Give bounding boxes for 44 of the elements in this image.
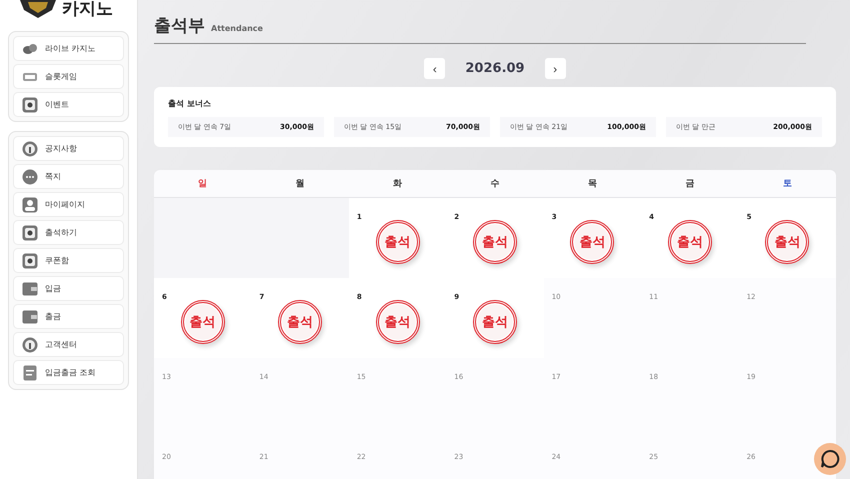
attendance-stamp: 출석	[180, 300, 225, 344]
attendance-stamp: 출석	[472, 220, 517, 264]
attendance-stamp: 출석	[570, 220, 614, 264]
previous-month-button[interactable]: ‹	[424, 58, 446, 79]
sidebar-item[interactable]: 슬롯게임	[13, 64, 124, 89]
page-subtitle: Attendance	[211, 24, 263, 33]
sidebar-item[interactable]: 출금	[13, 304, 124, 329]
chat-bubble-icon	[22, 168, 38, 184]
shield-emblem-icon	[18, 0, 58, 18]
chat-bubble-icon	[820, 449, 840, 469]
weekday-label: 월	[296, 178, 305, 190]
sidebar-item[interactable]: 출석하기	[13, 220, 124, 245]
weekday-label: 토	[782, 178, 792, 190]
weekday-label: 금	[685, 178, 694, 190]
attendance-stamp: 출석	[376, 300, 420, 344]
attendance-stamp: 출석	[278, 300, 322, 344]
sidebar-item[interactable]: 쪽지	[13, 164, 124, 189]
sidebar-item[interactable]: 이벤트	[13, 92, 124, 117]
sidebar-item[interactable]: 라이브 카지노	[13, 36, 124, 61]
wallet-icon	[22, 308, 38, 324]
sidebar-item[interactable]: 마이페이지	[13, 192, 124, 217]
attendance-stamp: 출석	[668, 220, 712, 264]
wallet-icon	[22, 280, 38, 296]
weekday-label: 수	[490, 178, 500, 190]
page-title: 출석부	[154, 15, 205, 37]
attendance-stamp: 출석	[472, 300, 517, 344]
weekday-label: 일	[198, 178, 208, 190]
month-label: 2026.09	[465, 61, 525, 76]
document-icon	[22, 364, 38, 380]
sidebar-item[interactable]: 공지사항	[13, 136, 124, 161]
logo-text: 카지노	[62, 0, 113, 18]
next-month-button[interactable]: ›	[544, 58, 566, 79]
sidebar-item[interactable]: 입금	[13, 276, 124, 301]
person-icon	[22, 196, 38, 212]
weekday-label: 화	[393, 178, 402, 190]
attendance-stamp: 출석	[376, 220, 420, 264]
sidebar-item[interactable]: 입금출금 조회	[13, 360, 124, 385]
sidebar-item[interactable]: 고객센터	[13, 332, 124, 357]
info-icon	[22, 140, 38, 156]
bonus-title: 출석 보너스	[168, 98, 212, 109]
sidebar-item[interactable]: 쿠폰함	[13, 248, 124, 273]
chat-button[interactable]	[814, 443, 846, 475]
attendance-stamp: 출석	[765, 220, 810, 264]
weekday-label: 목	[588, 178, 597, 190]
